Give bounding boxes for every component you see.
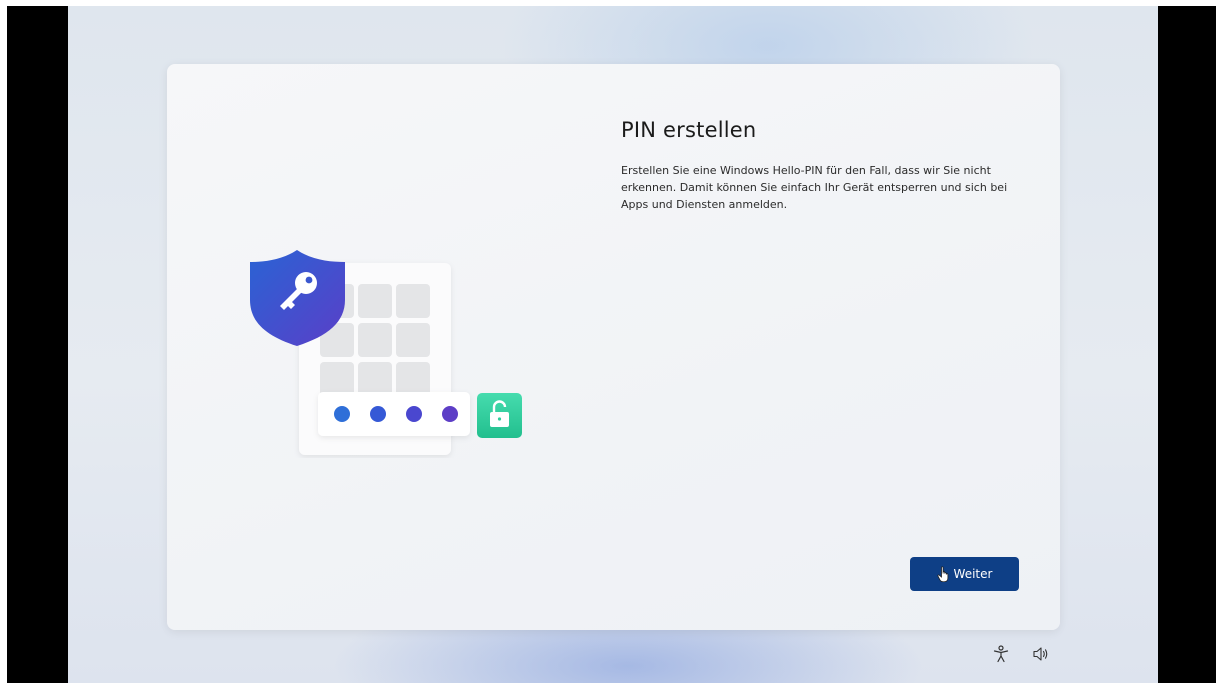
volume-icon[interactable] bbox=[1032, 645, 1050, 667]
pin-illustration-graphic bbox=[250, 250, 522, 455]
letterbox-left bbox=[7, 6, 68, 683]
pin-illustration bbox=[250, 248, 530, 458]
next-button-label: Weiter bbox=[953, 567, 993, 581]
page-description: Erstellen Sie eine Windows Hello-PIN für… bbox=[621, 164, 1008, 211]
pin-dots-icon bbox=[318, 392, 470, 436]
letterbox-right bbox=[1158, 6, 1216, 683]
next-button[interactable]: Weiter bbox=[910, 557, 1019, 591]
page-title: PIN erstellen bbox=[621, 118, 757, 142]
hand-pointer-icon bbox=[936, 566, 951, 583]
unlock-icon bbox=[477, 393, 522, 438]
accessibility-icon[interactable] bbox=[993, 645, 1009, 667]
